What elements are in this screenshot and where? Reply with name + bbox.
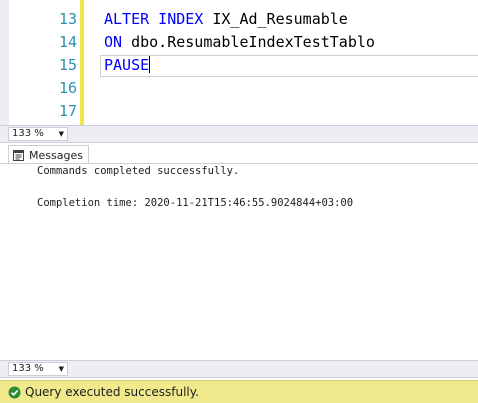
query-editor[interactable]: 12 13 14 15 16 17 ALTER INDEX IX_Ad_Resu… xyxy=(0,0,478,125)
messages-icon xyxy=(13,149,24,161)
code-line[interactable]: PAUSE xyxy=(104,56,151,74)
message-line: Completion time: 2020-11-21T15:46:55.902… xyxy=(37,197,354,209)
sql-text: IX_Ad_Resumable xyxy=(203,10,348,28)
line-number-gutter: 12 13 14 15 16 17 xyxy=(9,0,79,125)
sql-keyword: PAUSE xyxy=(104,56,150,74)
editor-zoom-dropdown[interactable]: 133 % ▼ xyxy=(8,127,68,141)
current-line-highlight xyxy=(100,55,478,77)
line-number: 16 xyxy=(58,79,77,97)
messages-pane[interactable]: Commands completed successfully. Complet… xyxy=(0,163,478,360)
chevron-down-icon: ▼ xyxy=(58,130,64,138)
sql-text: dbo.ResumableIndexTestTablo xyxy=(122,33,375,51)
code-line[interactable]: ALTER INDEX IX_Ad_Resumable xyxy=(104,10,348,28)
tab-messages[interactable]: Messages xyxy=(8,145,89,164)
chevron-down-icon: ▼ xyxy=(58,365,64,373)
line-number: 17 xyxy=(58,102,77,120)
check-circle-icon xyxy=(8,386,21,398)
zoom-value: 133 % xyxy=(12,128,44,139)
results-tabstrip: Messages xyxy=(0,143,478,164)
results-zoom-bar: 133 % ▼ xyxy=(0,360,478,378)
message-line: Commands completed successfully. xyxy=(37,165,240,177)
line-number: 13 xyxy=(58,10,77,28)
sql-keyword: ALTER INDEX xyxy=(104,10,204,28)
line-number: 15 xyxy=(58,56,77,74)
status-bar: Query executed successfully. xyxy=(0,380,478,403)
text-caret xyxy=(149,56,151,73)
results-zoom-dropdown[interactable]: 133 % ▼ xyxy=(8,362,68,376)
tab-label: Messages xyxy=(29,148,83,162)
line-number: 14 xyxy=(58,33,77,51)
code-line[interactable]: ON dbo.ResumableIndexTestTablo xyxy=(104,33,375,51)
line-number: 12 xyxy=(17,0,77,4)
change-tracking-bar xyxy=(80,0,84,125)
status-text: Query executed successfully. xyxy=(25,385,199,399)
sql-keyword: ON xyxy=(104,33,123,51)
editor-zoom-bar: 133 % ▼ xyxy=(0,125,478,143)
zoom-value: 133 % xyxy=(12,363,44,374)
